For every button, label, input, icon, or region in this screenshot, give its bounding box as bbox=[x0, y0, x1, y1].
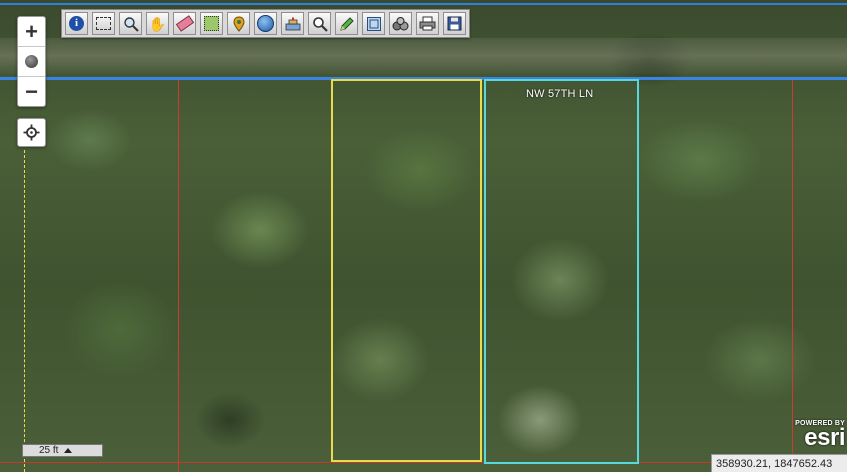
pin-icon bbox=[232, 15, 245, 32]
pan-hand-icon: ✋ bbox=[148, 15, 167, 32]
full-extent-button[interactable] bbox=[200, 12, 223, 35]
map-canvas[interactable]: NW 57TH LN i ✋ + − 25 ft POWERED BY esri… bbox=[0, 0, 847, 472]
globe-icon bbox=[257, 15, 274, 32]
layers-button[interactable] bbox=[389, 12, 412, 35]
draw-button[interactable] bbox=[335, 12, 358, 35]
print-button[interactable] bbox=[416, 12, 439, 35]
select-button[interactable] bbox=[92, 12, 115, 35]
zoom-area-button[interactable] bbox=[119, 12, 142, 35]
grid-icon bbox=[366, 16, 381, 31]
pan-button[interactable]: ✋ bbox=[146, 12, 169, 35]
basemap-button[interactable] bbox=[254, 12, 277, 35]
layers-icon bbox=[392, 16, 409, 30]
parcel-boundary-right bbox=[792, 80, 793, 460]
full-extent-icon bbox=[204, 16, 219, 31]
road-surface bbox=[0, 38, 847, 74]
zoom-control: + − bbox=[17, 16, 46, 107]
globe-icon bbox=[25, 55, 38, 68]
find-button[interactable] bbox=[308, 12, 331, 35]
buffer-icon bbox=[285, 17, 300, 30]
pencil-icon bbox=[339, 16, 354, 31]
caret-up-icon bbox=[64, 448, 73, 453]
zoom-out-button[interactable]: − bbox=[18, 77, 45, 106]
buffer-button[interactable] bbox=[281, 12, 304, 35]
clear-button[interactable] bbox=[173, 12, 196, 35]
zoom-in-button[interactable]: + bbox=[18, 17, 45, 47]
scale-label: 25 ft bbox=[39, 445, 59, 456]
dashed-boundary bbox=[24, 150, 25, 472]
save-button[interactable] bbox=[443, 12, 466, 35]
map-toolbar: i ✋ bbox=[61, 9, 470, 38]
parcel-boundary-left bbox=[178, 80, 179, 472]
parcel-highlight-outline[interactable] bbox=[484, 79, 639, 464]
eraser-icon bbox=[175, 15, 194, 32]
scale-bar[interactable]: 25 ft bbox=[22, 444, 103, 457]
print-icon bbox=[419, 16, 436, 31]
info-icon: i bbox=[69, 16, 84, 31]
locate-button[interactable] bbox=[17, 118, 46, 147]
road-line-top bbox=[0, 3, 847, 5]
road-label: NW 57TH LN bbox=[526, 88, 594, 100]
esri-logo: esri bbox=[804, 424, 845, 451]
esri-attribution[interactable]: POWERED BY esri bbox=[783, 420, 845, 454]
locate-pin-button[interactable] bbox=[227, 12, 250, 35]
crosshair-icon bbox=[23, 124, 40, 141]
grid-button[interactable] bbox=[362, 12, 385, 35]
coordinate-readout: 358930.21, 1847652.43 bbox=[711, 454, 847, 472]
parcel-selected-outline[interactable] bbox=[331, 79, 482, 462]
select-icon bbox=[96, 17, 111, 30]
identify-button[interactable]: i bbox=[65, 12, 88, 35]
zoom-area-icon bbox=[123, 16, 139, 32]
save-icon bbox=[447, 16, 462, 31]
home-button[interactable] bbox=[18, 47, 45, 77]
magnifier-icon bbox=[312, 16, 328, 32]
